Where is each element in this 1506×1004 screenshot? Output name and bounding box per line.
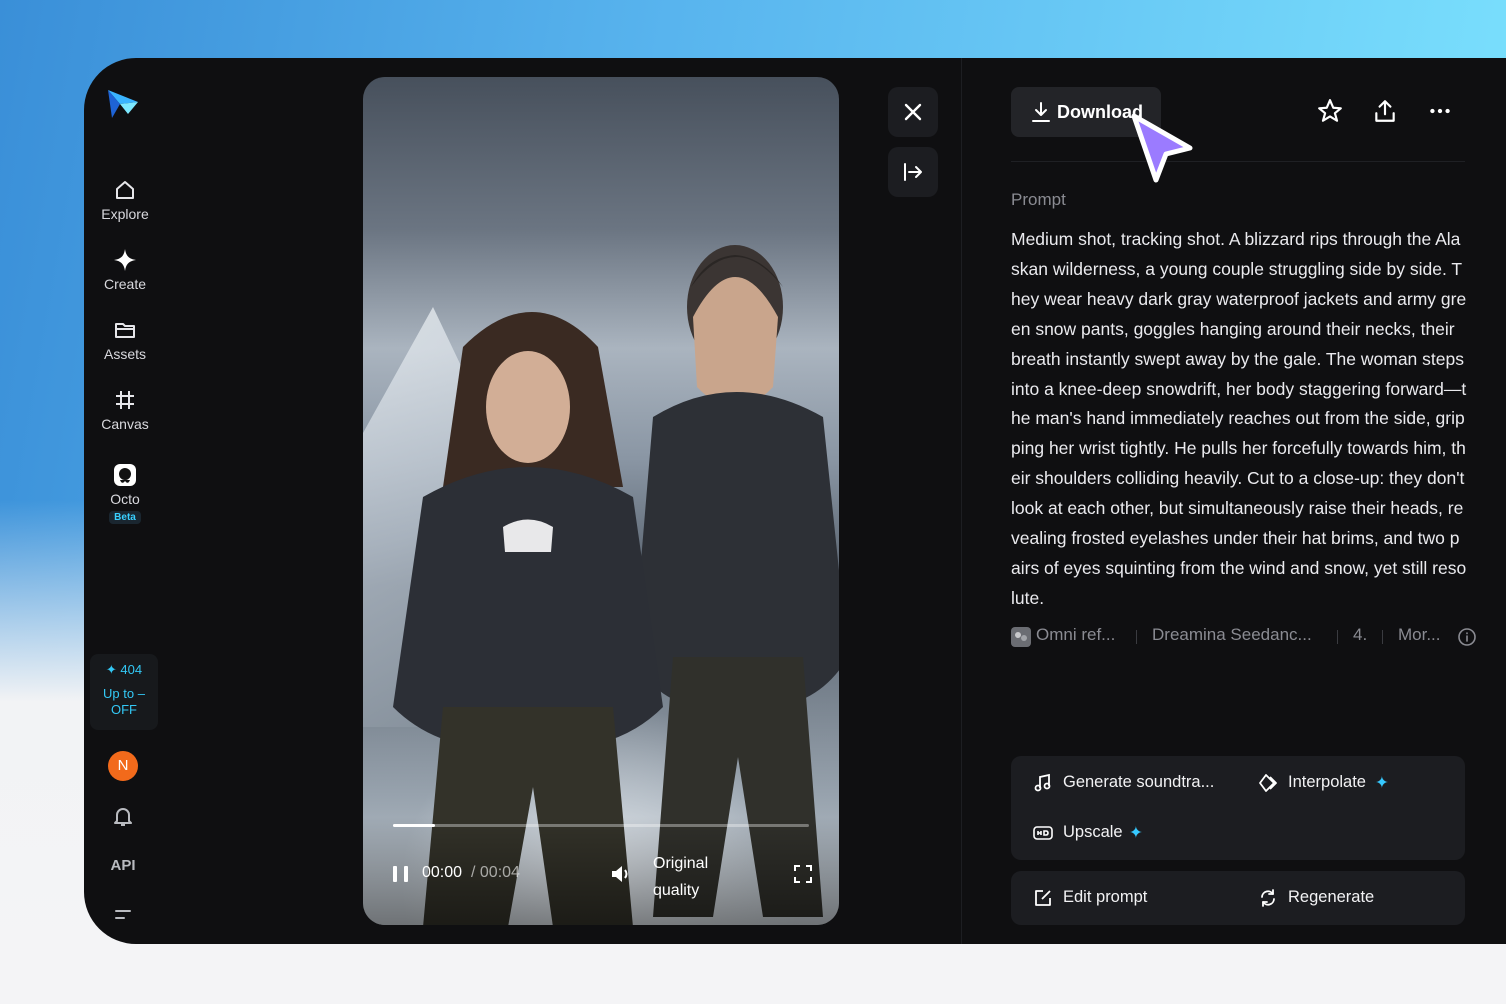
generation-metadata: Omni ref... Dreamina Seedanc... 4. Mor..… <box>1011 625 1481 649</box>
quality-selector[interactable]: Original quality <box>653 850 708 904</box>
credit-count: 404 <box>120 662 143 677</box>
premium-sparkle-icon: ✦ <box>1129 824 1143 842</box>
pause-icon[interactable] <box>391 864 411 884</box>
progress-fill <box>393 824 435 827</box>
edit-icon <box>1035 890 1051 906</box>
meta-more[interactable]: Mor... <box>1398 625 1441 645</box>
sidebar-item-label: Explore <box>101 206 149 222</box>
sidebar-item-label: Assets <box>103 346 146 362</box>
volume-icon[interactable] <box>609 862 633 886</box>
interpolate-icon <box>1259 774 1277 792</box>
header-divider <box>1011 161 1465 162</box>
sidebar: Explore Create Assets Canvas Octo Beta ✦… <box>84 58 166 944</box>
panel-divider <box>961 58 962 944</box>
share-icon[interactable] <box>1372 98 1398 124</box>
pointer-cursor-icon <box>1131 113 1193 183</box>
quality-line-2: quality <box>653 882 700 899</box>
close-button[interactable] <box>888 87 938 137</box>
star-icon[interactable] <box>1317 98 1343 124</box>
sidebar-item-octo[interactable]: Octo Beta <box>84 463 166 524</box>
dreamina-logo-icon[interactable] <box>106 86 140 120</box>
download-icon <box>1032 102 1050 122</box>
premium-sparkle-icon: ✦ <box>1375 774 1389 792</box>
fullscreen-icon[interactable] <box>793 864 813 884</box>
beta-badge: Beta <box>109 511 141 524</box>
hd-icon <box>1033 826 1053 840</box>
video-player[interactable]: 00:00 / 00:04 Original quality <box>363 77 839 925</box>
close-icon <box>904 103 922 121</box>
folder-icon <box>115 323 135 338</box>
menu-icon[interactable] <box>111 904 135 928</box>
meta-separator <box>1337 630 1338 644</box>
sidebar-item-label: Octo <box>110 491 140 507</box>
more-options-icon[interactable] <box>1427 98 1453 124</box>
arrow-right-bar-icon <box>904 163 922 181</box>
bell-icon[interactable] <box>111 804 135 828</box>
generate-soundtrack-label: Generate soundtra... <box>1063 773 1215 791</box>
meta-reference[interactable]: Omni ref... <box>1036 625 1115 645</box>
frame-icon <box>116 391 134 409</box>
progress-bar[interactable] <box>393 824 809 827</box>
promo-line-2: OFF <box>111 702 137 717</box>
action-group: Generate soundtra... Interpolate ✦ Upsca… <box>1011 756 1465 860</box>
home-icon <box>116 181 134 199</box>
regenerate-label: Regenerate <box>1288 888 1375 906</box>
meta-separator <box>1136 630 1137 644</box>
duration: / 00:04 <box>471 864 520 881</box>
quality-line-1: Original <box>653 855 709 872</box>
meta-version: 4. <box>1353 625 1368 644</box>
api-link[interactable]: API <box>84 857 162 874</box>
prompt-label: Prompt <box>1011 190 1066 209</box>
sidebar-item-explore[interactable]: Explore <box>84 178 166 222</box>
prompt-action-group: Edit prompt Regenerate <box>1011 871 1465 925</box>
interpolate-label: Interpolate <box>1288 773 1366 791</box>
prompt-text: Medium shot, tracking shot. A blizzard r… <box>1011 229 1467 608</box>
promo-line-1: Up to – <box>103 686 145 701</box>
credit-sparkle-icon: ✦ <box>105 662 117 677</box>
sidebar-item-label: Canvas <box>101 416 149 432</box>
sidebar-item-label: Create <box>103 276 147 292</box>
app-window: Explore Create Assets Canvas Octo Beta ✦… <box>84 58 1506 944</box>
upscale-label: Upscale <box>1063 823 1123 841</box>
meta-separator <box>1382 630 1383 644</box>
collapse-panel-button[interactable] <box>888 147 938 197</box>
meta-model[interactable]: Dreamina Seedanc... <box>1152 625 1312 645</box>
reference-thumbnail-icon <box>1011 627 1031 647</box>
sparkle-icon <box>114 249 136 271</box>
edit-prompt-label: Edit prompt <box>1063 888 1148 906</box>
sidebar-item-create[interactable]: Create <box>84 248 166 292</box>
info-icon[interactable] <box>1457 627 1477 647</box>
regenerate-icon <box>1261 889 1275 907</box>
current-time: 00:00 <box>422 864 463 881</box>
credits-promo[interactable]: ✦ 404 Up to – OFF <box>90 654 158 730</box>
octo-icon <box>114 464 136 486</box>
sidebar-item-assets[interactable]: Assets <box>84 318 166 362</box>
sidebar-item-canvas[interactable]: Canvas <box>84 388 166 432</box>
music-note-icon <box>1034 773 1051 792</box>
avatar[interactable]: N <box>108 751 138 781</box>
